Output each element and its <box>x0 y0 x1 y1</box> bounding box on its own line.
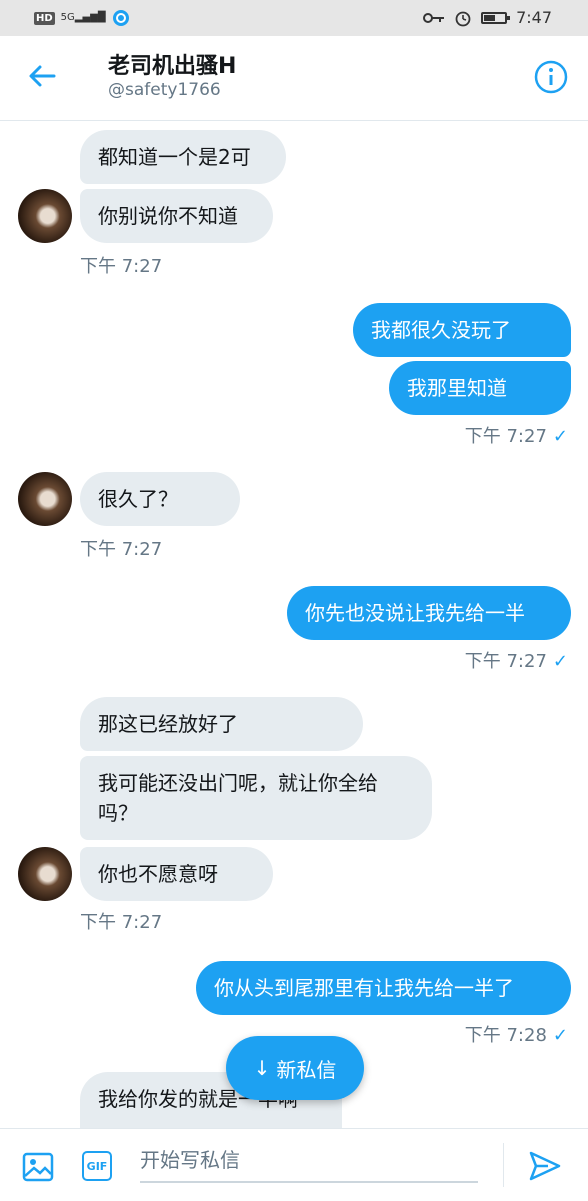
send-icon[interactable] <box>528 1149 562 1183</box>
new-messages-label: 新私信 <box>276 1057 337 1082</box>
conversation-header: 老司机出骚H @safety1766 <box>0 36 588 121</box>
conversation-title[interactable]: 老司机出骚H <box>108 48 236 80</box>
outgoing-message[interactable]: 你先也没说让我先给一半 <box>287 586 571 640</box>
timestamp-text: 下午 7:27 <box>464 426 547 447</box>
message-timestamp: 下午 7:27 ✓ <box>465 422 568 448</box>
clock: 7:47 <box>516 8 552 27</box>
sent-check-icon: ✓ <box>552 651 568 672</box>
timestamp-text: 下午 7:28 <box>464 1025 547 1046</box>
outgoing-message[interactable]: 我那里知道 <box>389 361 571 415</box>
message-timestamp: 下午 7:27 <box>80 256 163 277</box>
message-composer: GIF 开始写私信 <box>0 1128 588 1201</box>
alarm-icon <box>455 11 471 26</box>
info-icon[interactable] <box>534 60 568 94</box>
message-timestamp: 下午 7:27 <box>80 539 163 560</box>
network-type: 5G <box>60 12 75 23</box>
outgoing-message[interactable]: 我都很久没玩了 <box>353 303 571 357</box>
sent-check-icon: ✓ <box>552 426 568 447</box>
message-timestamp: 下午 7:27 <box>80 912 163 933</box>
gif-button[interactable]: GIF <box>82 1151 112 1181</box>
message-timestamp: 下午 7:28 ✓ <box>465 1021 568 1047</box>
image-icon[interactable] <box>22 1151 54 1183</box>
user-handle[interactable]: @safety1766 <box>108 80 221 100</box>
app-notification-icon <box>112 10 129 26</box>
back-arrow-icon[interactable] <box>26 60 58 92</box>
message-timestamp: 下午 7:27 ✓ <box>465 647 568 673</box>
timestamp-text: 下午 7:27 <box>464 651 547 672</box>
avatar[interactable] <box>18 189 72 243</box>
battery-icon <box>481 11 511 24</box>
message-input[interactable]: 开始写私信 <box>140 1143 478 1183</box>
sent-check-icon: ✓ <box>552 1025 568 1046</box>
new-messages-button[interactable]: ↓ 新私信 <box>226 1036 364 1100</box>
incoming-message[interactable]: 很久了？ <box>80 472 240 526</box>
hd-indicator: HD <box>34 11 55 25</box>
status-bar: HD 5G▂▄▆█ 7:47 <box>0 0 588 36</box>
avatar[interactable] <box>18 472 72 526</box>
avatar[interactable] <box>18 847 72 901</box>
outgoing-message[interactable]: 你从头到尾那里有让我先给一半了 <box>196 961 571 1015</box>
down-arrow-icon: ↓ <box>253 1056 271 1080</box>
divider <box>503 1143 504 1187</box>
incoming-message[interactable]: 你也不愿意呀 <box>80 847 273 901</box>
signal-icon: 5G▂▄▆█ <box>60 12 106 23</box>
incoming-message[interactable]: 都知道一个是2可 <box>80 130 286 184</box>
key-icon <box>423 12 445 23</box>
incoming-message[interactable]: 你别说你不知道 <box>80 189 273 243</box>
incoming-message[interactable]: 我可能还没出门呢，就让你全给吗？ <box>80 756 432 840</box>
incoming-message[interactable]: 那这已经放好了 <box>80 697 363 751</box>
